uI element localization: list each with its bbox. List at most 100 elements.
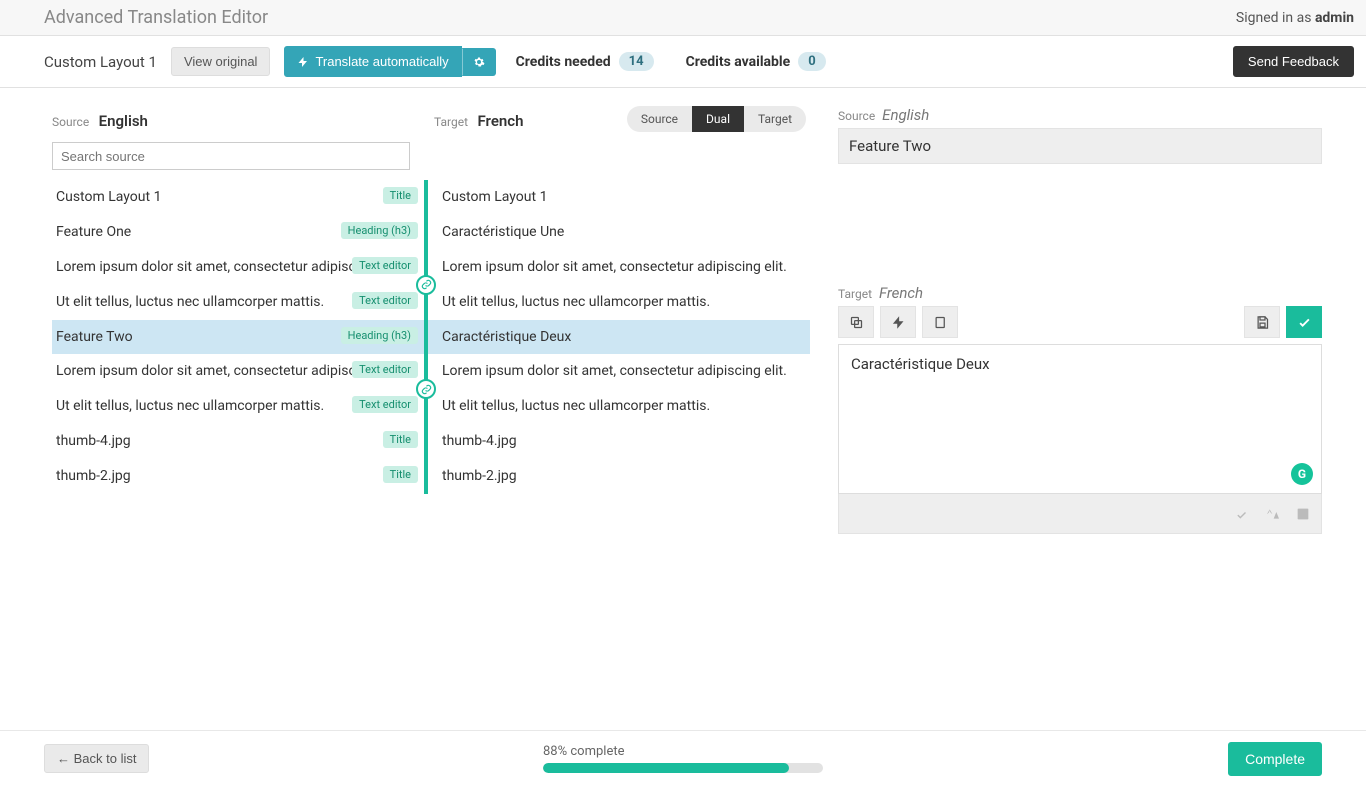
progress: 88% complete: [543, 744, 823, 773]
link-icon[interactable]: [416, 379, 436, 399]
credits-available-value: 0: [798, 52, 825, 71]
translate-automatically-button[interactable]: Translate automatically: [284, 46, 461, 77]
confirm-button[interactable]: [1286, 306, 1322, 338]
glossary-button[interactable]: [922, 306, 958, 338]
search-wrap: [52, 142, 410, 170]
source-cell[interactable]: Ut elit tellus, luctus nec ullamcorper m…: [52, 389, 424, 424]
signed-in-status: Signed in as admin: [1236, 10, 1354, 26]
language-row: Source English Target French Source Dual…: [52, 106, 810, 136]
footer: ← Back to list 88% complete Complete: [0, 730, 1366, 786]
panel-source-text: Feature Two: [838, 128, 1322, 164]
field-type-badge: Heading (h3): [341, 222, 418, 239]
panel-source-title: Source English: [838, 106, 1322, 124]
center-column: Source English Target French Source Dual…: [0, 88, 820, 730]
target-cell[interactable]: Ut elit tellus, luctus nec ullamcorper m…: [424, 389, 810, 424]
app-title: Advanced Translation Editor: [44, 7, 268, 28]
gear-icon: [473, 56, 485, 68]
signed-in-prefix: Signed in as: [1236, 10, 1315, 26]
layout-icon[interactable]: [1295, 506, 1311, 522]
source-cell[interactable]: Feature OneHeading (h3): [52, 215, 424, 250]
target-cell[interactable]: Lorem ipsum dolor sit amet, consectetur …: [424, 250, 810, 285]
search-input[interactable]: [52, 142, 410, 170]
target-cell[interactable]: Custom Layout 1: [424, 180, 810, 215]
layout-name: Custom Layout 1: [44, 53, 157, 71]
credits-available: Credits available 0: [686, 52, 826, 71]
target-text: Caractéristique Une: [442, 223, 564, 242]
credits-needed-label: Credits needed: [516, 54, 611, 70]
translation-row[interactable]: Lorem ipsum dolor sit amet, consectetur …: [52, 354, 810, 389]
target-cell[interactable]: thumb-2.jpg: [424, 459, 810, 494]
target-text: Lorem ipsum dolor sit amet, consectetur …: [442, 258, 787, 277]
source-text: Lorem ipsum dolor sit amet, consectetur …: [56, 258, 401, 277]
panel-target-label: Target: [838, 287, 872, 301]
target-cell[interactable]: thumb-4.jpg: [424, 424, 810, 459]
translate-icon[interactable]: [1265, 506, 1281, 522]
credits-available-label: Credits available: [686, 54, 791, 70]
progress-label: 88% complete: [543, 744, 823, 759]
view-original-button[interactable]: View original: [171, 47, 270, 76]
editor-footer: [838, 494, 1322, 534]
target-cell[interactable]: Ut elit tellus, luctus nec ullamcorper m…: [424, 285, 810, 320]
source-cell[interactable]: Lorem ipsum dolor sit amet, consectetur …: [52, 354, 424, 389]
app-header: Advanced Translation Editor Signed in as…: [0, 0, 1366, 36]
grammarly-icon[interactable]: G: [1291, 463, 1313, 485]
target-cell[interactable]: Lorem ipsum dolor sit amet, consectetur …: [424, 354, 810, 389]
target-cell[interactable]: Caractéristique Deux: [424, 320, 810, 355]
source-text: Feature Two: [56, 328, 133, 347]
check-icon: [1297, 315, 1312, 330]
book-icon: [933, 315, 948, 330]
back-to-list-button[interactable]: ← Back to list: [44, 744, 149, 773]
complete-button[interactable]: Complete: [1228, 742, 1322, 776]
copy-source-button[interactable]: [838, 306, 874, 338]
source-text: Custom Layout 1: [56, 188, 161, 207]
bolt-icon: [891, 315, 906, 330]
view-toggle-dual[interactable]: Dual: [692, 106, 744, 132]
source-cell[interactable]: thumb-2.jpgTitle: [52, 459, 424, 494]
target-cell[interactable]: Caractéristique Une: [424, 215, 810, 250]
source-cell[interactable]: Lorem ipsum dolor sit amet, consectetur …: [52, 250, 424, 285]
field-type-badge: Heading (h3): [341, 327, 418, 344]
credits-needed-value: 14: [619, 52, 654, 71]
link-icon[interactable]: [416, 275, 436, 295]
translate-settings-button[interactable]: [462, 48, 496, 76]
panel-source-lang: English: [882, 106, 929, 124]
right-panel: Source English Feature Two Target French: [820, 88, 1366, 730]
translation-row[interactable]: Feature OneHeading (h3) Caractéristique U…: [52, 215, 810, 250]
target-editor[interactable]: Caractéristique Deux G: [838, 344, 1322, 494]
send-feedback-button[interactable]: Send Feedback: [1233, 46, 1354, 77]
source-cell[interactable]: Feature Two Heading (h3): [52, 320, 424, 355]
source-cell[interactable]: thumb-4.jpgTitle: [52, 424, 424, 459]
target-text: Custom Layout 1: [442, 188, 547, 207]
translation-row[interactable]: Custom Layout 1 Title Custom Layout 1: [52, 180, 810, 215]
field-type-badge: Title: [383, 187, 418, 204]
panel-target-title: Target French: [838, 284, 1322, 302]
credits-needed: Credits needed 14: [516, 52, 654, 71]
source-cell[interactable]: Custom Layout 1 Title: [52, 180, 424, 215]
source-text: thumb-2.jpg: [56, 467, 131, 486]
target-editor-text: Caractéristique Deux: [851, 355, 990, 373]
view-toggle-source[interactable]: Source: [627, 106, 692, 132]
toolbar: Custom Layout 1 View original Translate …: [0, 36, 1366, 88]
translation-row[interactable]: thumb-2.jpgTitlethumb-2.jpg: [52, 459, 810, 494]
target-label: Target: [434, 115, 468, 129]
source-label: Source: [52, 115, 89, 129]
save-button[interactable]: [1244, 306, 1280, 338]
view-toggle-target[interactable]: Target: [744, 106, 806, 132]
target-text: Lorem ipsum dolor sit amet, consectetur …: [442, 362, 787, 381]
source-text: Lorem ipsum dolor sit amet, consectetur …: [56, 362, 401, 381]
progress-fill: [543, 763, 789, 773]
translation-row[interactable]: Feature Two Heading (h3) Caractéristique D…: [52, 320, 810, 355]
translation-row[interactable]: thumb-4.jpgTitle thumb-4.jpg: [52, 424, 810, 459]
field-type-badge: Text editor: [352, 396, 418, 413]
translate-auto-label: Translate automatically: [315, 54, 448, 69]
progress-bar: [543, 763, 823, 773]
target-text: thumb-4.jpg: [442, 432, 517, 451]
auto-translate-button[interactable]: [880, 306, 916, 338]
main: Source English Target French Source Dual…: [0, 88, 1366, 730]
source-cell[interactable]: Ut elit tellus, luctus nec ullamcorper m…: [52, 285, 424, 320]
spellcheck-icon[interactable]: [1235, 506, 1251, 522]
translation-row[interactable]: Lorem ipsum dolor sit amet, consectetur …: [52, 250, 810, 285]
signed-in-user: admin: [1315, 10, 1354, 26]
field-type-badge: Text editor: [352, 361, 418, 378]
bolt-icon: [297, 56, 309, 68]
